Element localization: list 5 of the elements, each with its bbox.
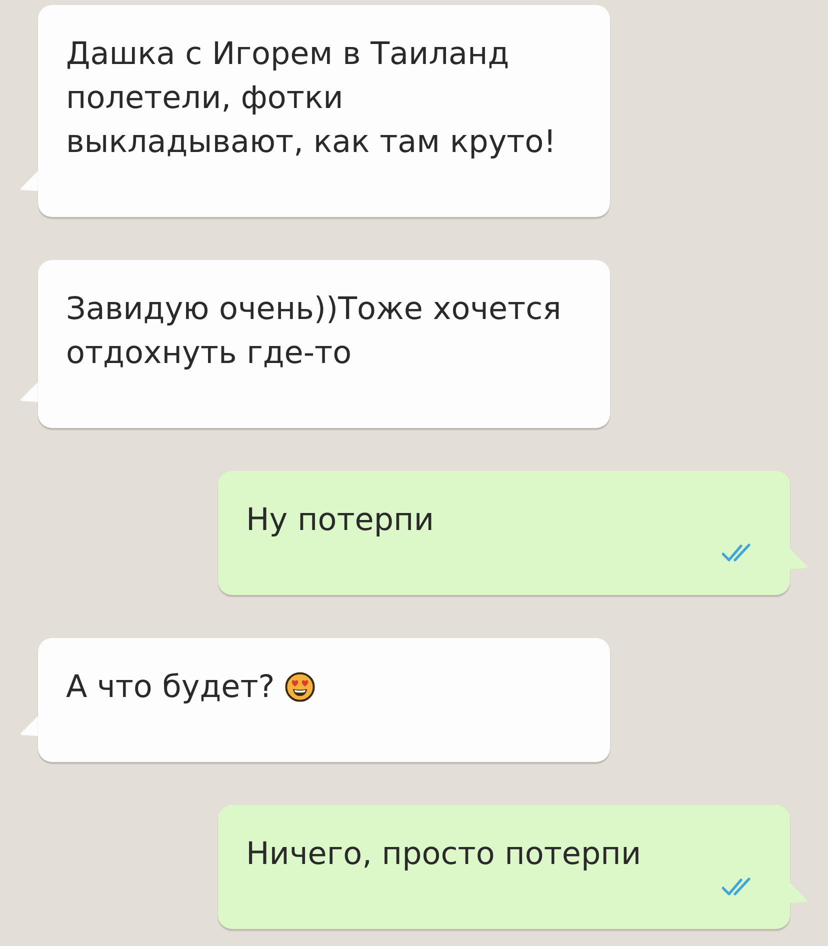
message-text: Завидую очень))Тоже хочется отдохнуть где-то [66,290,562,373]
message-text: Дашка с Игорем в Таиланд полетели, фотки выкладывают, как там круто! [66,35,558,162]
message-text: Ну потерпи [246,501,435,540]
message-text: А что будет? [66,668,275,707]
message-text: Ничего, просто потерпи [246,835,642,874]
